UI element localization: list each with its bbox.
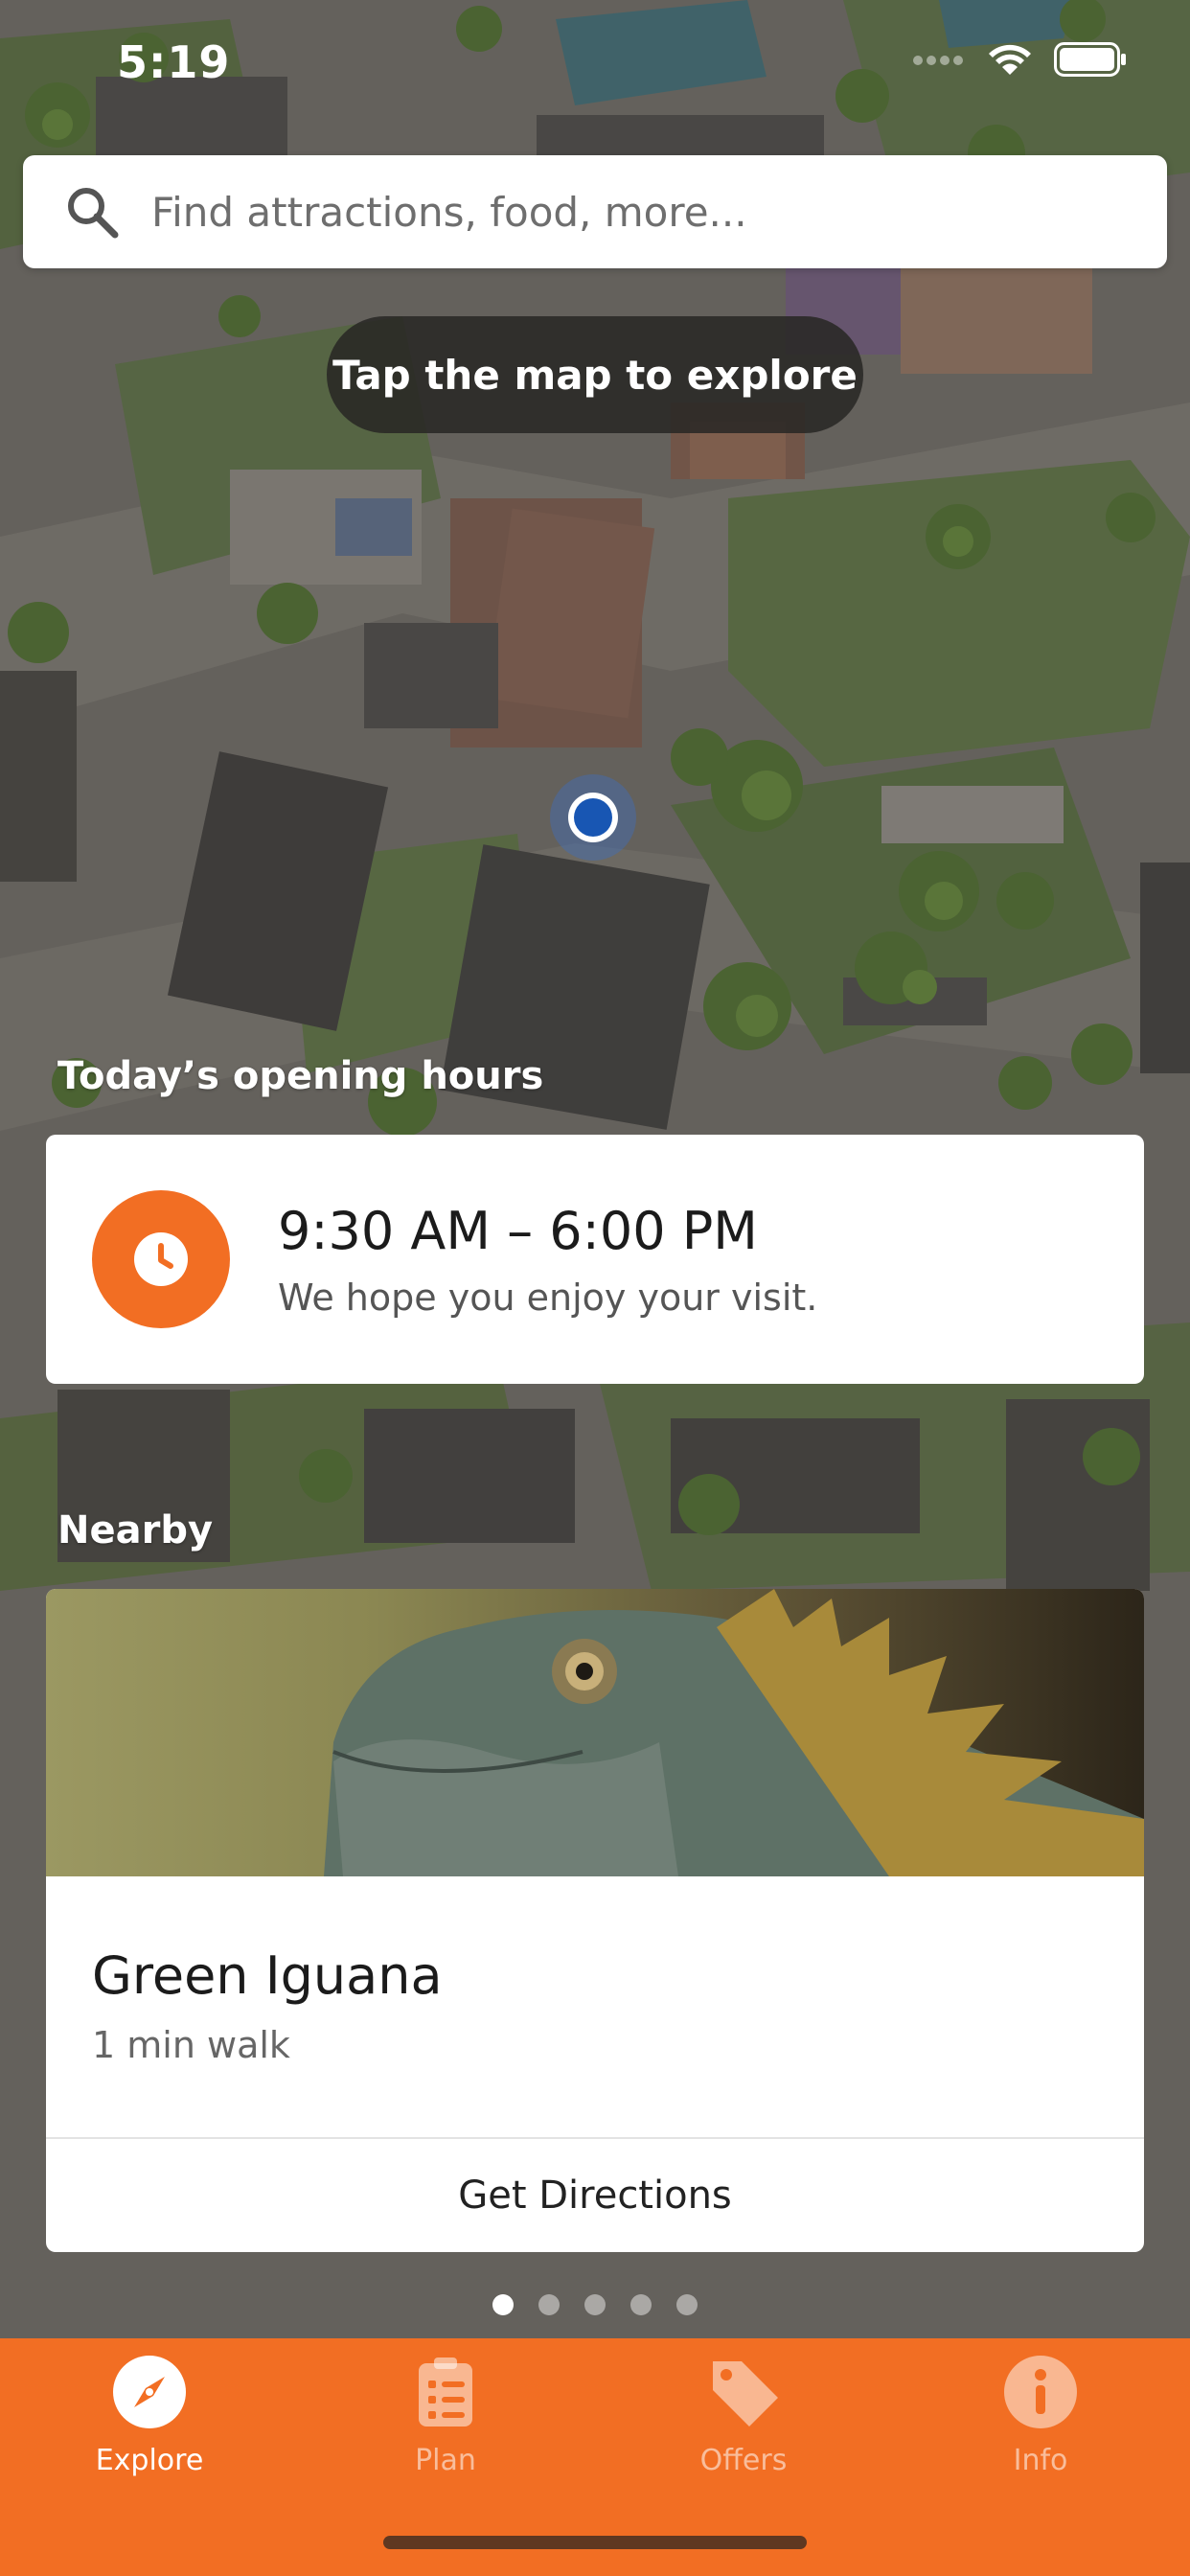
map-hint-pill: Tap the map to explore <box>327 316 863 433</box>
user-location-marker <box>550 774 636 861</box>
pager-dot-5[interactable] <box>676 2294 698 2315</box>
battery-icon <box>1054 42 1127 80</box>
pager-dot-3[interactable] <box>584 2294 606 2315</box>
pager-dot-4[interactable] <box>630 2294 652 2315</box>
search-input[interactable] <box>151 188 1110 236</box>
tab-offers-label: Offers <box>699 2444 788 2477</box>
status-icons <box>912 42 1127 80</box>
opening-hours-message: We hope you enjoy your visit. <box>278 1276 818 1319</box>
iguana-photo <box>46 1589 1144 1876</box>
nearby-attraction-card[interactable]: Green Iguana 1 min walk Get Directions <box>46 1589 1144 2252</box>
search-icon <box>23 155 119 268</box>
status-time: 5:19 <box>117 36 231 88</box>
pager-dot-2[interactable] <box>538 2294 560 2315</box>
tab-explore[interactable]: Explore <box>30 2354 269 2517</box>
tab-info-label: Info <box>1013 2444 1068 2477</box>
tag-icon <box>705 2354 782 2430</box>
attraction-distance: 1 min walk <box>92 2024 290 2066</box>
opening-hours-title: Today’s opening hours <box>57 1054 544 1098</box>
nearby-pager[interactable] <box>0 2294 1190 2315</box>
get-directions-button[interactable]: Get Directions <box>46 2139 1144 2252</box>
opening-hours-time: 9:30 AM – 6:00 PM <box>278 1200 758 1261</box>
tab-plan[interactable]: Plan <box>326 2354 565 2517</box>
clock-icon <box>92 1190 230 1328</box>
opening-hours-card[interactable]: 9:30 AM – 6:00 PM We hope you enjoy your… <box>46 1135 1144 1384</box>
tab-info[interactable]: Info <box>921 2354 1160 2517</box>
attraction-name: Green Iguana <box>92 1945 443 2006</box>
pager-dot-1[interactable] <box>492 2294 514 2315</box>
checklist-icon <box>407 2354 484 2430</box>
status-bar: 5:19 <box>0 0 1190 134</box>
nearby-title: Nearby <box>57 1508 214 1552</box>
tab-plan-label: Plan <box>415 2444 476 2477</box>
signal-icon <box>912 53 966 71</box>
tab-offers[interactable]: Offers <box>624 2354 863 2517</box>
search-bar[interactable] <box>23 155 1167 268</box>
home-indicator[interactable] <box>383 2536 807 2549</box>
compass-icon <box>111 2354 188 2430</box>
tab-explore-label: Explore <box>95 2444 204 2477</box>
info-icon <box>1002 2354 1079 2430</box>
wifi-icon <box>987 42 1033 80</box>
